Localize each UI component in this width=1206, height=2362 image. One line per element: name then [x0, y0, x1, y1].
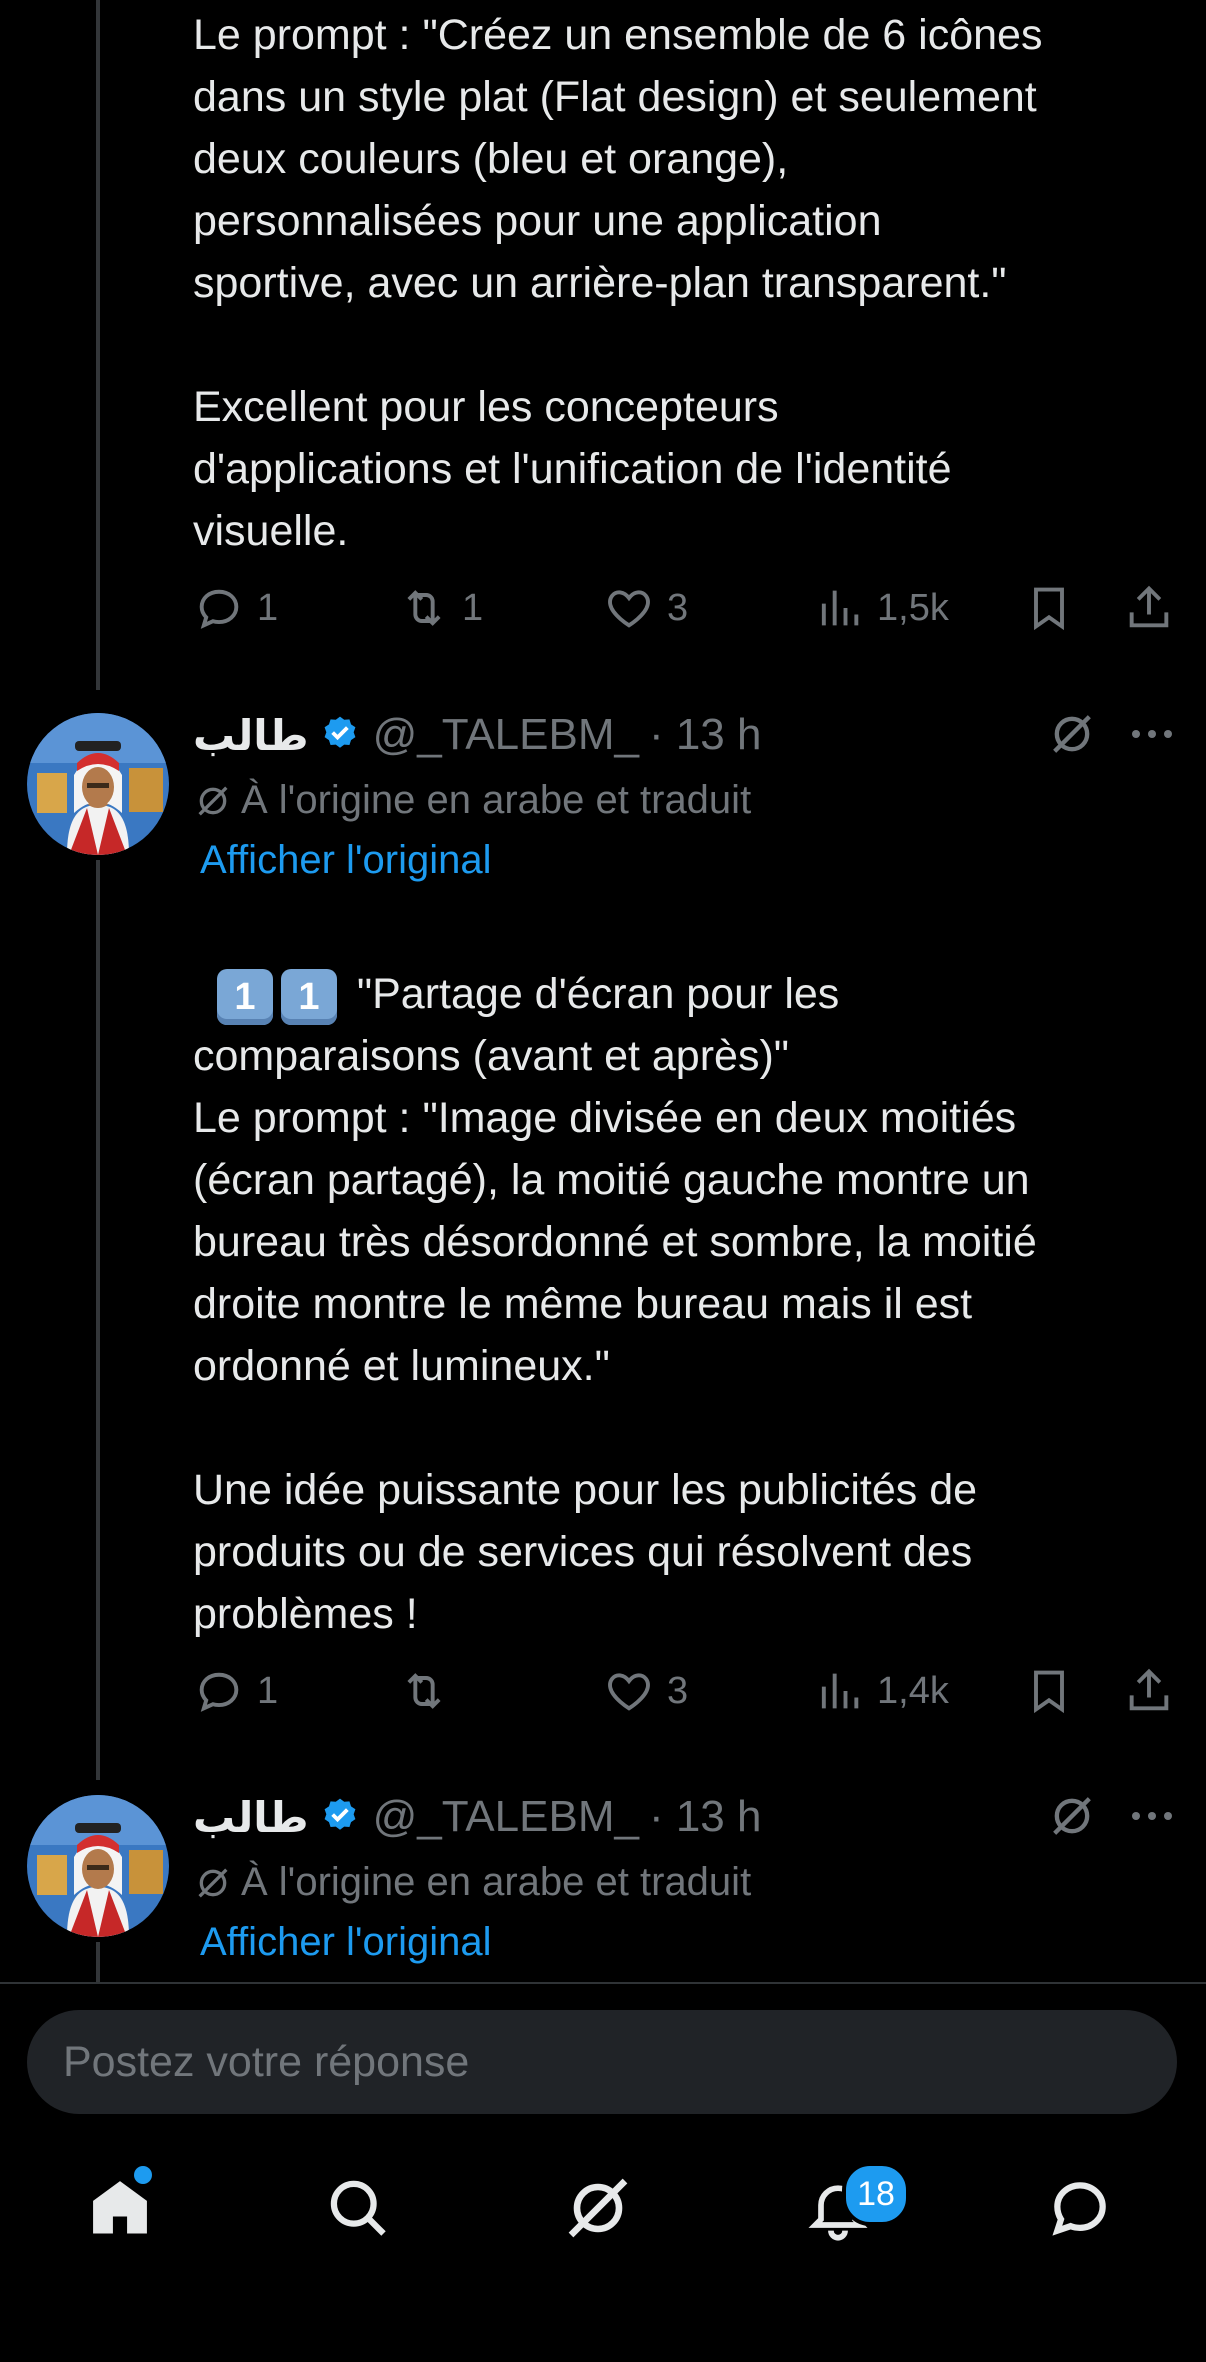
reply-icon: [199, 589, 239, 629]
avatar-image: [27, 1795, 169, 1937]
nav-grok[interactable]: [558, 2168, 638, 2248]
repost-icon: [407, 1673, 441, 1709]
thread-line: [96, 0, 100, 690]
bookmark-button[interactable]: [1023, 573, 1075, 643]
grok-icon[interactable]: [1046, 708, 1098, 760]
show-original-link[interactable]: Afficher l'original: [200, 1920, 491, 1965]
more-icon: [1132, 1812, 1172, 1820]
translation-note: À l'origine en arabe et traduit: [193, 778, 751, 823]
translation-text: À l'origine en arabe et traduit: [241, 1860, 752, 1904]
nav-search[interactable]: [318, 2168, 398, 2248]
user-handle[interactable]: @_TALEBM_: [373, 1792, 639, 1842]
repost-button[interactable]: [398, 1656, 462, 1726]
views-icon: [821, 1673, 859, 1709]
bookmark-icon: [1034, 587, 1064, 631]
timestamp: · 13 h: [648, 710, 762, 759]
translate-icon: [198, 1867, 228, 1898]
reply-button[interactable]: 1: [193, 1656, 278, 1726]
more-icon: [1132, 730, 1172, 738]
tweet-header: طالب @_TALEBM_ · 13 h: [193, 705, 761, 765]
share-icon: [1129, 1668, 1169, 1711]
views-icon: [821, 590, 859, 626]
unread-dot: [134, 2166, 152, 2184]
translation-text: À l'origine en arabe et traduit: [241, 778, 752, 822]
avatar[interactable]: [27, 713, 169, 855]
thread-line: [96, 1942, 100, 1982]
views-button[interactable]: 1,4k: [813, 1656, 949, 1726]
show-original-link[interactable]: Afficher l'original: [200, 838, 491, 883]
messages-icon: [1052, 2182, 1106, 2236]
reply-icon: [199, 1672, 239, 1712]
display-name[interactable]: طالب: [193, 711, 309, 760]
tweet-actions: 1 1 3 1,5k: [193, 573, 1178, 643]
nav-messages[interactable]: [1040, 2168, 1120, 2248]
bookmark-icon: [1034, 1670, 1064, 1714]
tweet-text: Le prompt : "Créez un ensemble de 6 icôn…: [193, 11, 1043, 555]
search-icon: [330, 2180, 386, 2236]
repost-button[interactable]: 1: [398, 573, 483, 643]
translate-icon: [198, 785, 228, 816]
like-button[interactable]: 3: [603, 573, 688, 643]
verified-badge-icon: [324, 1798, 355, 1830]
tweet-text-body: Le prompt : "Image divisée en deux moiti…: [193, 1094, 1037, 1638]
tweet-text: 11 "Partage d'écran pour les comparaison…: [193, 901, 1153, 1087]
avatar-image: [27, 713, 169, 855]
tweet-header: طالب @_TALEBM_ · 13 h: [193, 1787, 761, 1847]
grok-icon[interactable]: [1046, 1790, 1098, 1842]
home-icon: [93, 2181, 147, 2234]
like-button[interactable]: 3: [603, 1656, 688, 1726]
verified-badge-icon: [324, 716, 355, 748]
views-count: 1,4k: [877, 1669, 949, 1712]
thread-line: [96, 860, 100, 1780]
more-options-button[interactable]: [1126, 708, 1178, 760]
keycap-emoji: 1: [280, 968, 337, 1025]
bookmark-button[interactable]: [1023, 1656, 1075, 1726]
views-count: 1,5k: [877, 586, 949, 629]
views-button[interactable]: 1,5k: [813, 573, 949, 643]
share-button[interactable]: [1123, 573, 1175, 643]
like-count: 3: [667, 586, 689, 629]
repost-count: 1: [462, 586, 484, 629]
reply-input[interactable]: Postez votre réponse: [27, 2010, 1177, 2114]
reply-count: 1: [257, 1669, 279, 1712]
user-handle[interactable]: @_TALEBM_: [373, 710, 639, 760]
grok-icon: [568, 2178, 628, 2238]
display-name[interactable]: طالب: [193, 1793, 309, 1842]
heart-icon: [608, 590, 650, 628]
share-button[interactable]: [1123, 1656, 1175, 1726]
heart-icon: [608, 1673, 650, 1711]
avatar[interactable]: [27, 1795, 169, 1937]
repost-icon: [407, 590, 441, 626]
reply-count: 1: [257, 586, 279, 629]
more-options-button[interactable]: [1126, 1790, 1178, 1842]
reply-button[interactable]: 1: [193, 573, 278, 643]
translation-note: À l'origine en arabe et traduit: [193, 1860, 751, 1905]
keycap-emoji: 1: [216, 968, 273, 1025]
tweet-actions: 1 3 1,4k: [193, 1656, 1178, 1726]
share-icon: [1129, 585, 1169, 628]
timestamp: · 13 h: [648, 1792, 762, 1841]
like-count: 3: [667, 1669, 689, 1712]
notifications-badge: 18: [842, 2162, 910, 2226]
